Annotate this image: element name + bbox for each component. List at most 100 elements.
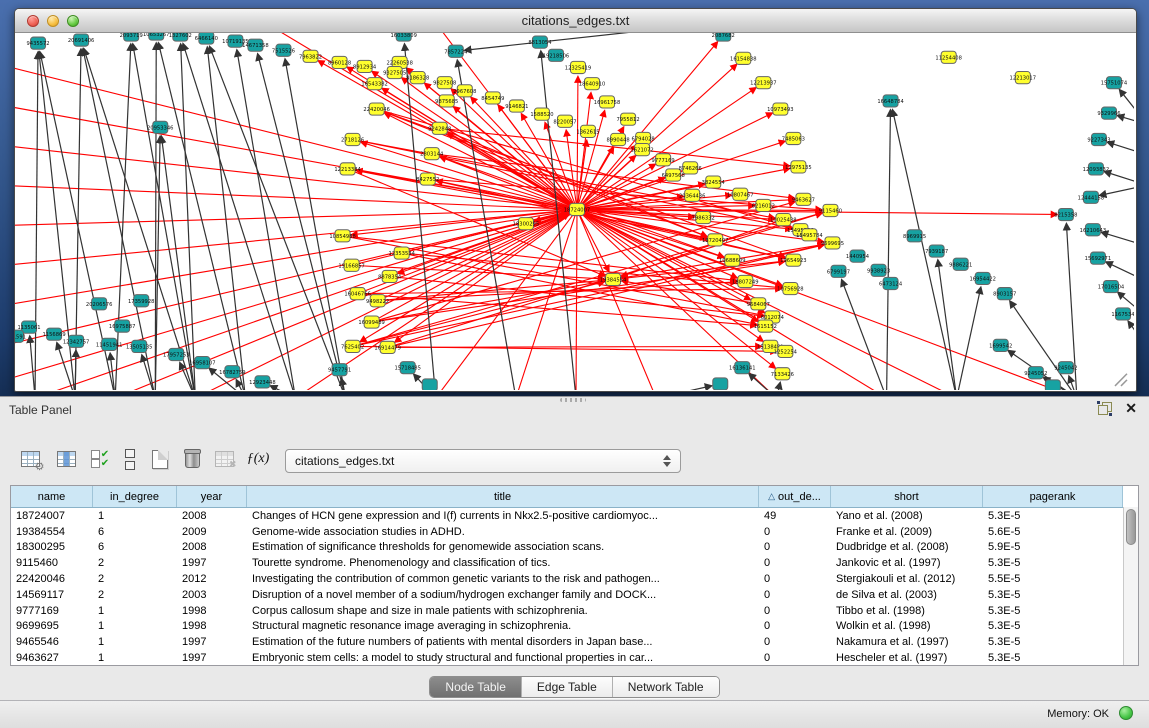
- graph-node[interactable]: 17957253: [163, 348, 189, 360]
- cell-short[interactable]: Tibbo et al. (1998): [831, 603, 983, 619]
- graph-node[interactable]: 12342757: [63, 335, 89, 347]
- table-selector-dropdown[interactable]: citations_edges.txt: [285, 449, 681, 473]
- cell-pagerank[interactable]: 5.3E-5: [983, 619, 1123, 635]
- cell-pagerank[interactable]: 5.3E-5: [983, 603, 1123, 619]
- graph-node[interactable]: 17359928: [128, 295, 154, 307]
- graph-node[interactable]: 16210643: [1080, 224, 1106, 236]
- cell-pagerank[interactable]: 5.3E-5: [983, 650, 1123, 666]
- cell-out_degree[interactable]: 0: [759, 555, 831, 571]
- graph-node[interactable]: 16136141: [729, 362, 755, 374]
- cell-short[interactable]: Yano et al. (2008): [831, 508, 983, 524]
- graph-node[interactable]: 12213937: [750, 77, 776, 89]
- graph-node[interactable]: 16033809: [390, 33, 416, 41]
- cell-short[interactable]: Wolkin et al. (1998): [831, 619, 983, 635]
- column-header-out_degree[interactable]: △out_de...: [759, 486, 831, 507]
- graph-node[interactable]: 17016504: [1098, 280, 1125, 292]
- cell-name[interactable]: 9115460: [11, 555, 93, 571]
- show-columns-button[interactable]: [52, 445, 80, 473]
- graph-node[interactable]: 2718126: [341, 133, 364, 145]
- cell-name[interactable]: 14569117: [11, 587, 93, 603]
- graph-node[interactable]: 6473124: [879, 277, 903, 289]
- cell-out_degree[interactable]: 0: [759, 524, 831, 540]
- graph-node[interactable]: 7515526: [272, 44, 295, 56]
- column-header-short[interactable]: short: [831, 486, 983, 507]
- cell-title[interactable]: Structural magnetic resonance image aver…: [247, 619, 759, 635]
- graph-node[interactable]: 19654923: [780, 254, 806, 266]
- graph-node[interactable]: 8960128: [328, 56, 351, 68]
- graph-node[interactable]: 1588520: [530, 108, 553, 120]
- table-row[interactable]: 969969511998Structural magnetic resonanc…: [11, 619, 1123, 635]
- graph-node[interactable]: 20953346: [147, 121, 173, 133]
- cell-in_degree[interactable]: 1: [93, 508, 177, 524]
- graph-node[interactable]: 11254408: [935, 51, 961, 63]
- graph-node[interactable]: 20206576: [86, 298, 112, 310]
- graph-node[interactable]: 12444158: [1078, 191, 1104, 203]
- table-row[interactable]: 1830029562008Estimation of significance …: [11, 540, 1123, 556]
- cell-name[interactable]: 22420046: [11, 571, 93, 587]
- cell-short[interactable]: Nakamura et al. (1997): [831, 634, 983, 650]
- graph-node[interactable]: 10653267: [143, 33, 169, 40]
- delete-column-button[interactable]: [178, 445, 206, 473]
- graph-node[interactable]: 1699542: [989, 339, 1012, 351]
- graph-node[interactable]: 15718485: [394, 362, 420, 374]
- function-builder-button[interactable]: ƒ(x): [244, 445, 272, 473]
- graph-node[interactable]: 9435572: [26, 37, 49, 49]
- graph-node[interactable]: 16954422: [969, 272, 995, 284]
- graph-node[interactable]: 19218506: [543, 49, 569, 61]
- graph-node[interactable]: 9463627: [792, 193, 815, 205]
- cell-year[interactable]: 1997: [177, 555, 247, 571]
- column-header-pagerank[interactable]: pagerank: [983, 486, 1123, 507]
- cell-pagerank[interactable]: 5.5E-5: [983, 571, 1123, 587]
- cell-in_degree[interactable]: 6: [93, 524, 177, 540]
- graph-node[interactable]: 8454749: [481, 92, 504, 104]
- resize-grip-icon[interactable]: [1115, 374, 1127, 386]
- cell-in_degree[interactable]: 2: [93, 555, 177, 571]
- column-header-name[interactable]: name: [11, 486, 93, 507]
- cell-year[interactable]: 2012: [177, 571, 247, 587]
- graph-node[interactable]: 3824554: [702, 176, 726, 188]
- cell-name[interactable]: 9463627: [11, 650, 93, 666]
- graph-node[interactable]: 9245052: [1024, 367, 1047, 379]
- cell-out_degree[interactable]: 0: [759, 587, 831, 603]
- cell-out_degree[interactable]: 0: [759, 634, 831, 650]
- graph-node[interactable]: 9886221: [949, 258, 972, 270]
- graph-node[interactable]: 2093719: [120, 33, 143, 41]
- cell-name[interactable]: 9465546: [11, 634, 93, 650]
- graph-node[interactable]: 2967608: [453, 85, 476, 97]
- cell-short[interactable]: Stergiakouli et al. (2012): [831, 571, 983, 587]
- cell-short[interactable]: Dudbridge et al. (2008): [831, 540, 983, 556]
- graph-node[interactable]: 7133426: [771, 368, 794, 380]
- cell-in_degree[interactable]: 1: [93, 619, 177, 635]
- graph-node[interactable]: [1045, 380, 1060, 390]
- table-row[interactable]: 1938455462009Genome-wide association stu…: [11, 524, 1123, 540]
- graph-node[interactable]: 16099489: [358, 316, 384, 328]
- cell-out_degree[interactable]: 0: [759, 540, 831, 556]
- graph-node[interactable]: 10756928: [777, 282, 803, 294]
- select-columns-button[interactable]: ✔✔: [86, 445, 114, 473]
- cell-name[interactable]: 9699695: [11, 619, 93, 635]
- graph-node[interactable]: 1167534: [1111, 308, 1134, 320]
- graph-node[interactable]: 9115460: [819, 204, 842, 216]
- tab-node-table[interactable]: Node Table: [430, 677, 522, 697]
- cell-year[interactable]: 2003: [177, 587, 247, 603]
- cell-in_degree[interactable]: 6: [93, 540, 177, 556]
- cell-name[interactable]: 19384554: [11, 524, 93, 540]
- graph-node[interactable]: 8912934: [353, 60, 377, 72]
- cell-year[interactable]: 1997: [177, 650, 247, 666]
- cell-title[interactable]: Investigating the contribution of common…: [247, 571, 759, 587]
- cell-in_degree[interactable]: 1: [93, 603, 177, 619]
- cell-title[interactable]: Disruption of a novel member of a sodium…: [247, 587, 759, 603]
- scrollbar-thumb[interactable]: [1126, 509, 1136, 545]
- table-scrollbar[interactable]: [1123, 507, 1138, 665]
- cell-short[interactable]: Jankovic et al. (1997): [831, 555, 983, 571]
- cell-title[interactable]: Embryonic stem cells: a model to study s…: [247, 650, 759, 666]
- graph-node[interactable]: 1440954: [846, 250, 870, 262]
- cell-title[interactable]: Genome-wide association studies in ADHD.: [247, 524, 759, 540]
- cell-out_degree[interactable]: 0: [759, 603, 831, 619]
- graph-node[interactable]: 15751074: [1101, 77, 1128, 89]
- cell-out_degree[interactable]: 0: [759, 619, 831, 635]
- cell-pagerank[interactable]: 5.6E-5: [983, 524, 1123, 540]
- graph-node[interactable]: 8903157: [993, 288, 1016, 300]
- graph-node[interactable]: 8969915: [903, 230, 926, 242]
- graph-node[interactable]: 1362615: [576, 125, 599, 137]
